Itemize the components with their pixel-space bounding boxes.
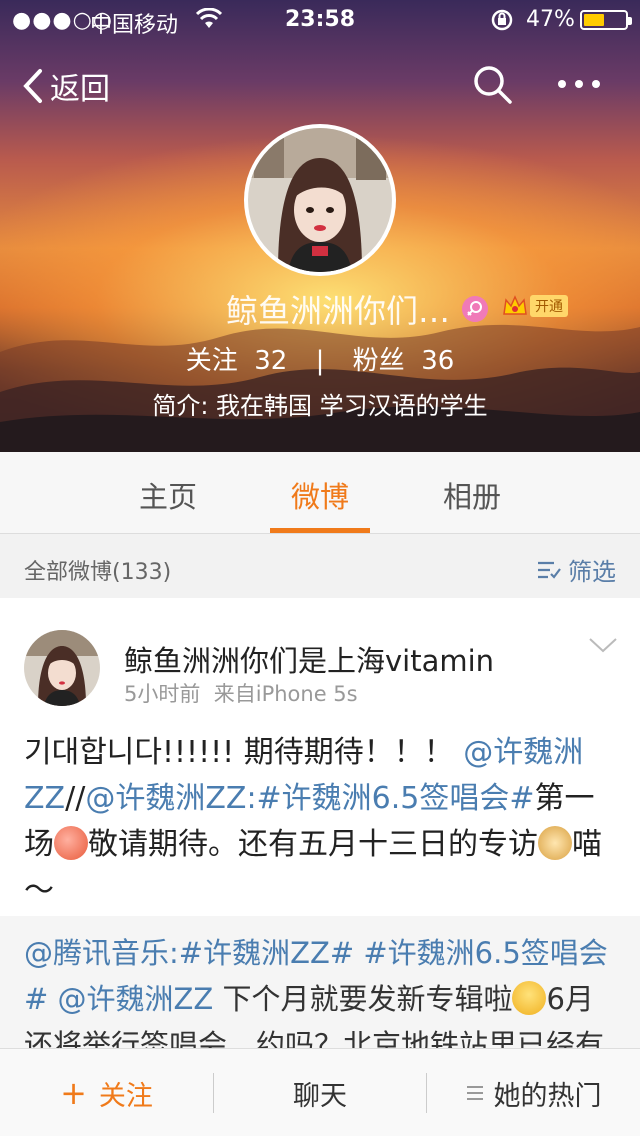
female-icon bbox=[462, 296, 488, 322]
avatar-image bbox=[248, 128, 392, 272]
chat-label: 聊天 bbox=[293, 1080, 347, 1112]
bottom-action-bar: + 关注 聊天 她的热门 bbox=[0, 1048, 640, 1136]
profile-avatar[interactable] bbox=[244, 124, 396, 276]
filter-bar: 全部微博(133) 筛选 bbox=[0, 534, 640, 598]
mention-link[interactable]: @许魏洲ZZ bbox=[58, 982, 214, 1016]
repost-text-1: 下个月就要发新专辑啦 bbox=[213, 982, 513, 1016]
tab-weibo[interactable]: 微博 bbox=[260, 474, 380, 516]
rotation-lock-icon bbox=[491, 9, 513, 31]
followers-label: 粉丝 bbox=[352, 346, 405, 376]
chevron-down-icon[interactable] bbox=[588, 636, 618, 654]
mention-link[interactable]: @腾讯音乐 bbox=[24, 936, 169, 970]
plus-icon: + bbox=[60, 1074, 87, 1112]
post-meta: 5小时前 来自iPhone 5s bbox=[124, 678, 358, 708]
tab-album[interactable]: 相册 bbox=[412, 474, 532, 516]
profile-tabs: 主页 微博 相册 bbox=[0, 452, 640, 534]
cat-emoji-icon bbox=[538, 826, 572, 860]
following-count: 32 bbox=[254, 346, 288, 376]
hashtag-link[interactable]: #许魏洲6.5签唱会# bbox=[257, 781, 535, 816]
her-hot-label: 她的热门 bbox=[493, 1080, 602, 1112]
mention-link[interactable]: @许魏洲ZZ bbox=[85, 781, 246, 816]
menu-icon bbox=[466, 1086, 483, 1100]
follow-label: 关注 bbox=[98, 1080, 153, 1112]
chevron-left-icon bbox=[23, 69, 42, 103]
post-author-name[interactable]: 鲸鱼洲洲你们是上海vitamin bbox=[124, 638, 494, 680]
repost-colon: : bbox=[169, 936, 179, 970]
crown-icon bbox=[503, 295, 527, 315]
more-icon[interactable] bbox=[554, 64, 604, 104]
back-label: 返回 bbox=[50, 72, 110, 107]
search-icon[interactable] bbox=[470, 62, 514, 106]
profile-stats: 关注 32 | 粉丝 36 bbox=[0, 340, 640, 377]
post-text-2: // bbox=[65, 781, 86, 816]
profile-name: 鲸鱼洲洲你们… bbox=[225, 292, 450, 330]
battery-icon bbox=[580, 10, 632, 30]
weibo-post[interactable]: 鲸鱼洲洲你们是上海vitamin 5小时前 来自iPhone 5s 기대합니다!… bbox=[0, 598, 640, 1062]
vip-open-label: 开通 bbox=[530, 295, 568, 317]
reposted-content[interactable]: @腾讯音乐:#许魏洲ZZ# #许魏洲6.5签唱会# @许魏洲ZZ 下个月就要发新… bbox=[0, 916, 640, 1062]
vip-badge[interactable]: 开通 bbox=[502, 294, 568, 318]
tab-home[interactable]: 主页 bbox=[108, 474, 228, 516]
followers-count: 36 bbox=[421, 346, 455, 376]
profile-header: ●●●○○ 中国移动 23:58 47% 返回 鲸鱼洲洲你们… 开通 关注 32… bbox=[0, 0, 640, 452]
filter-label: 筛选 bbox=[568, 558, 616, 586]
post-text-1: 기대합니다!!!!!! 期待期待！！！ bbox=[24, 735, 454, 770]
post-time: 5小时前 bbox=[124, 682, 201, 706]
following-stat[interactable]: 关注 32 bbox=[186, 346, 296, 376]
post-body: 기대합니다!!!!!! 期待期待！！！ @许魏洲ZZ//@许魏洲ZZ:#许魏洲6… bbox=[24, 730, 620, 914]
fish-emoji-icon bbox=[54, 826, 88, 860]
profile-bio: 简介: 我在韩国 学习汉语的学生 bbox=[152, 392, 488, 420]
follow-button[interactable]: + 关注 bbox=[0, 1049, 213, 1136]
post-source: 来自iPhone 5s bbox=[213, 682, 358, 706]
battery-percent: 47% bbox=[526, 7, 575, 32]
nav-bar: 返回 bbox=[0, 50, 640, 120]
stats-divider: | bbox=[315, 346, 325, 376]
post-author-avatar[interactable] bbox=[24, 630, 100, 706]
following-label: 关注 bbox=[185, 346, 238, 376]
filter-button[interactable]: 筛选 bbox=[536, 552, 616, 587]
post-text-3: : bbox=[246, 781, 257, 816]
status-bar: ●●●○○ 中国移动 23:58 47% bbox=[0, 0, 640, 40]
her-hot-button[interactable]: 她的热门 bbox=[427, 1049, 640, 1136]
active-tab-indicator bbox=[270, 528, 370, 533]
back-button[interactable]: 返回 bbox=[22, 64, 110, 108]
followers-stat[interactable]: 粉丝 36 bbox=[353, 346, 455, 376]
profile-page: ●●●○○ 中国移动 23:58 47% 返回 鲸鱼洲洲你们… 开通 关注 32… bbox=[0, 0, 640, 1136]
post-text-5: 敬请期待。还有五月十三日的专访 bbox=[88, 827, 538, 862]
chat-button[interactable]: 聊天 bbox=[214, 1049, 426, 1136]
hashtag-link[interactable]: #许魏洲ZZ# bbox=[179, 936, 354, 970]
filter-icon bbox=[538, 561, 561, 579]
blush-emoji-icon bbox=[512, 981, 547, 1015]
post-count: 全部微博(133) bbox=[24, 560, 172, 585]
